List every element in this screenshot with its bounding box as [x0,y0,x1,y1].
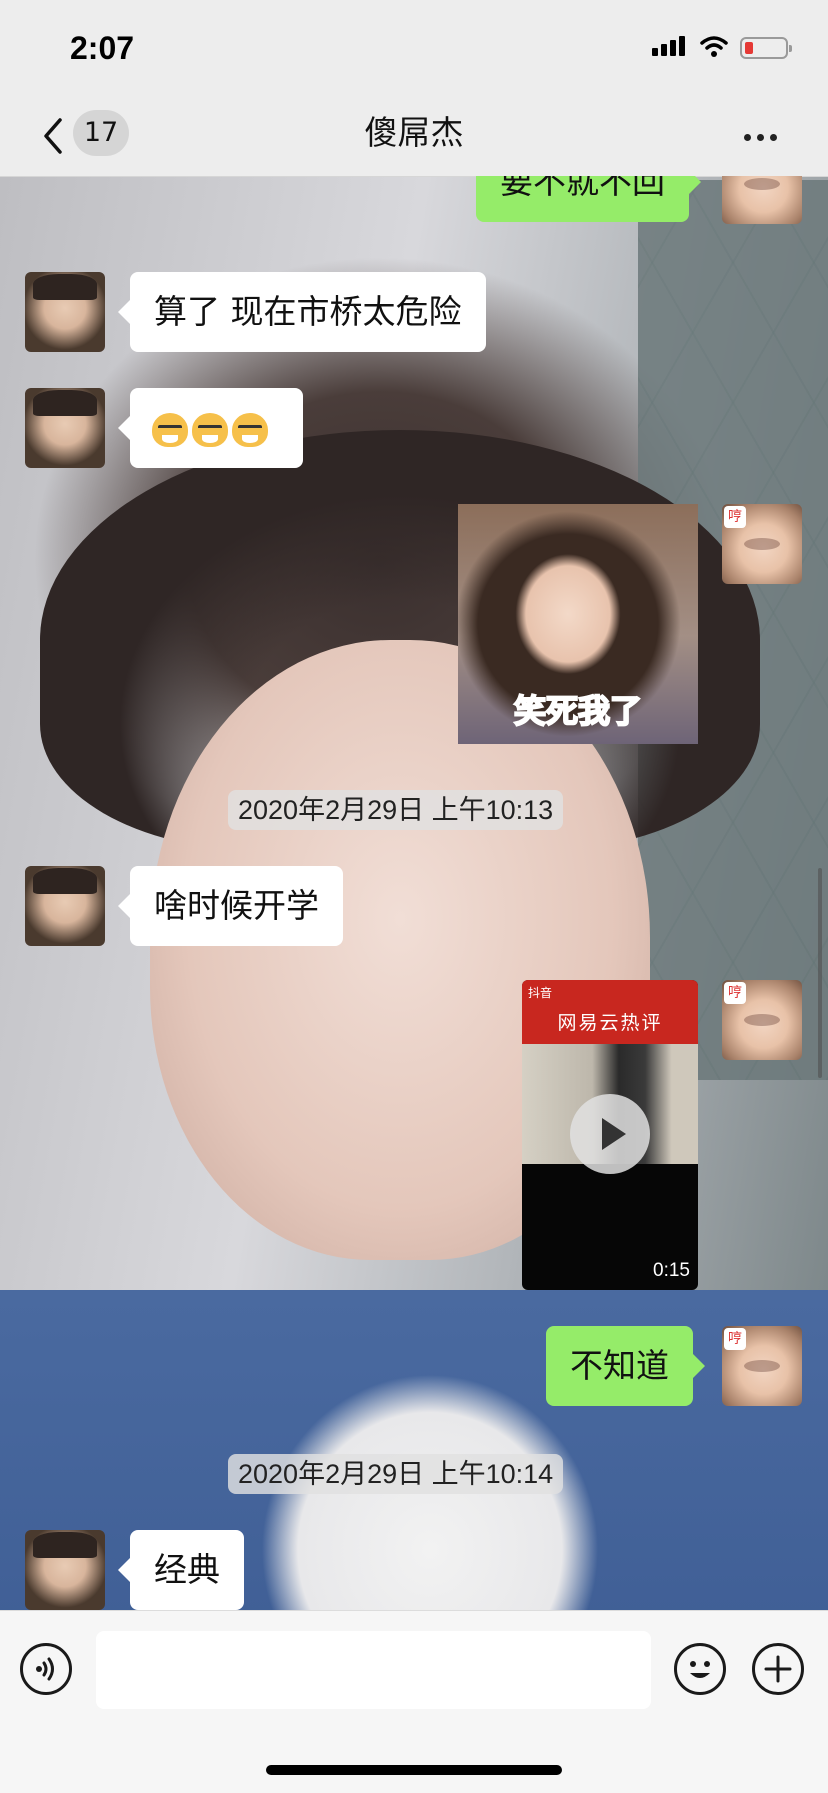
video-message[interactable]: 抖音 网易云热评 0:15 [522,980,698,1290]
ellipsis-icon[interactable] [744,126,783,145]
contact-avatar[interactable] [25,272,105,352]
plus-circle-icon[interactable] [752,1643,804,1695]
self-avatar[interactable]: 哼 [722,1326,802,1406]
voice-glyph [36,1657,54,1681]
self-avatar[interactable]: 哼 [722,176,802,224]
status-time: 2:07 [70,30,135,66]
self-avatar[interactable]: 哼 [722,980,802,1060]
wifi-icon [700,36,728,57]
battery-tip [789,45,792,52]
sticker-caption: 笑死我了 [513,691,643,731]
chat-header: 傻屌杰 17 [0,98,828,177]
contact-avatar[interactable] [25,388,105,468]
message-bubble-incoming[interactable] [118,388,303,468]
contact-avatar[interactable] [25,866,105,946]
self-avatar[interactable]: 哼 [722,504,802,584]
plus-glyph [764,1655,792,1683]
unread-count-badge[interactable]: 17 [73,110,129,156]
message-bubble-incoming[interactable]: 算了 现在市桥太危险 [118,272,486,352]
voice-icon[interactable] [20,1643,72,1695]
contact-avatar[interactable] [25,1530,105,1610]
signal-bars-icon [652,36,688,56]
message-bubble-outgoing[interactable]: 要不就不回 [476,176,701,222]
message-list[interactable]: 要不就不回 哼 算了 现在市桥太危险 笑死我了 哼 2020年2月29日 上午1… [0,176,828,1610]
status-bar: 2:07 [0,0,828,98]
cat-face-emoji [192,412,228,447]
scrollbar[interactable] [818,868,822,1078]
avatar-badge: 哼 [724,506,746,528]
avatar-badge: 哼 [724,1328,746,1350]
avatar-badge: 哼 [724,982,746,1004]
smiley-glyph [690,1661,710,1678]
input-toolbar [0,1610,828,1793]
video-headline: 网易云热评 [557,1012,663,1034]
video-banner: 抖音 网易云热评 [522,980,698,1044]
message-timestamp: 2020年2月29日 上午10:13 [228,790,564,830]
cat-face-emoji [232,412,268,447]
home-indicator [266,1765,562,1775]
message-bubble-incoming[interactable]: 啥时候开学 [118,866,343,946]
message-bubble-outgoing[interactable]: 不知道 [546,1326,705,1406]
message-bubble-incoming[interactable]: 经典 [118,1530,244,1610]
sticker-image[interactable]: 笑死我了 [458,504,698,744]
video-app-label: 抖音 [528,986,553,1000]
message-timestamp: 2020年2月29日 上午10:14 [228,1454,564,1494]
battery-low-icon [740,37,792,59]
play-icon[interactable] [570,1094,650,1174]
battery-fill [745,42,753,54]
smiley-icon[interactable] [674,1643,726,1695]
message-input[interactable] [96,1631,651,1709]
video-duration: 0:15 [653,1260,690,1281]
cat-face-emoji [152,412,188,447]
